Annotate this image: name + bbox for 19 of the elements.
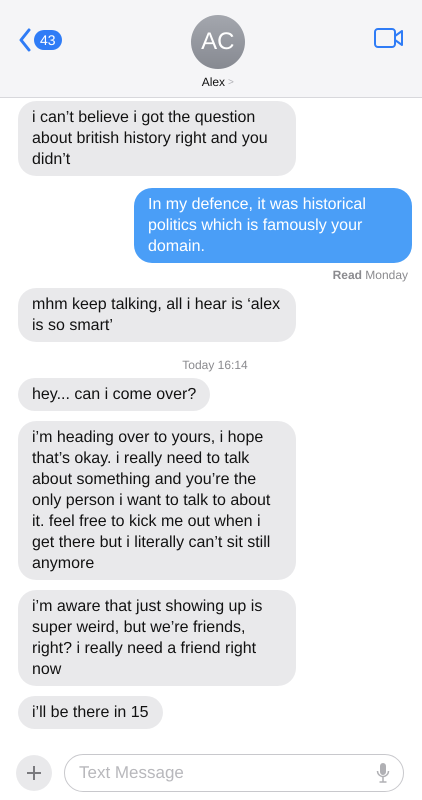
back-button[interactable]: 43 bbox=[18, 28, 62, 52]
message-bubble: i can’t believe i got the question about british history right and you didn’t bbox=[18, 101, 296, 176]
message-bubble: mhm keep talking, all i hear is ‘alex is so smart’ bbox=[18, 288, 296, 342]
plus-icon bbox=[25, 764, 43, 782]
add-button[interactable] bbox=[16, 755, 52, 791]
read-receipt: Read Monday bbox=[332, 268, 408, 282]
microphone-icon[interactable] bbox=[376, 762, 390, 784]
message-bubble: hey... can i come over? bbox=[18, 378, 210, 411]
message-bubble: i’m heading over to yours, i hope that’s okay. i really need to talk about something and you’re the only person i want to talk to about it. feel free to kick me out when i get there but i literally can’t sit still anymore bbox=[18, 421, 296, 580]
contact-name-button[interactable]: Alex > bbox=[202, 75, 234, 89]
message-bubble: i’m aware that just showing up is super weird, but we’re friends, right? i really need a friend right now bbox=[18, 590, 296, 686]
video-call-icon[interactable] bbox=[374, 28, 404, 51]
back-chevron-icon bbox=[18, 28, 32, 52]
message-bubble: In my defence, it was historical politics which is famously your domain. bbox=[134, 188, 412, 263]
timestamp: Today 16:14 bbox=[182, 358, 248, 372]
message-input-field[interactable]: Text Message bbox=[64, 754, 404, 792]
message-bubble: i’ll be there in 15 bbox=[18, 696, 163, 729]
unread-count-badge: 43 bbox=[34, 30, 62, 50]
contact-avatar[interactable]: AC bbox=[190, 15, 245, 69]
